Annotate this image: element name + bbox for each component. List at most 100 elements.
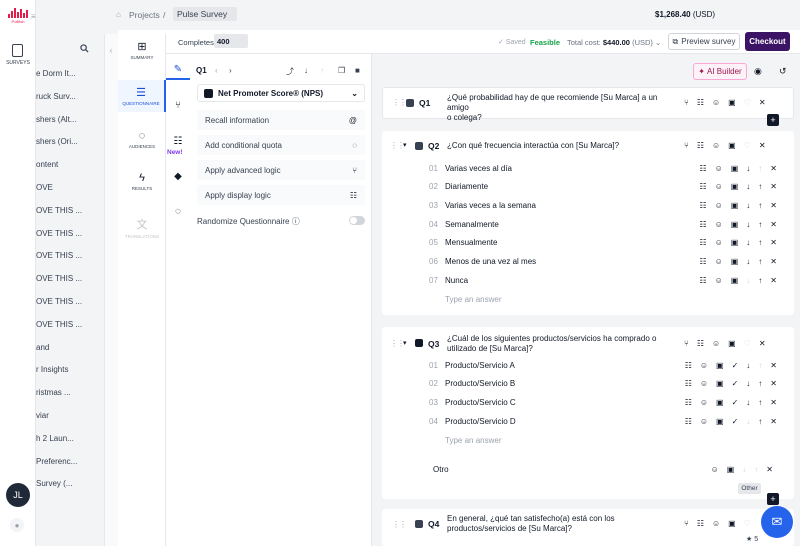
emoji-icon[interactable]: ☺ (711, 465, 719, 474)
question-text[interactable]: ¿Qué probabilidad hay de que recomiende … (447, 93, 677, 123)
close-icon[interactable]: ✕ (766, 465, 773, 474)
tool-audiences[interactable]: ◌ AUDIENCES (118, 130, 166, 158)
delete-icon[interactable]: ■ (355, 66, 360, 75)
drag-handle-icon[interactable]: ⋮⋮ (390, 339, 405, 348)
image-icon[interactable]: ▣ (716, 417, 724, 426)
close-icon[interactable]: ✕ (770, 220, 777, 229)
avatar[interactable]: JL (6, 483, 30, 507)
survey-list-item[interactable]: OVE THIS ... (36, 229, 104, 238)
collapse-icon[interactable]: ▾ (403, 141, 407, 149)
display-logic-icon[interactable]: ☷ (697, 519, 704, 528)
survey-list-item[interactable]: OVE (36, 183, 104, 192)
arrow-down-icon[interactable]: ↓ (746, 220, 750, 229)
add-question-button[interactable]: + (767, 493, 779, 505)
type-answer-input[interactable]: Type an answer (445, 295, 501, 304)
emoji-icon[interactable]: ☺ (700, 379, 708, 388)
emoji-icon[interactable]: ☺ (700, 361, 708, 370)
arrow-up-icon[interactable]: ↑ (758, 276, 762, 285)
arrow-up-icon[interactable]: ↑ (758, 201, 762, 210)
emoji-icon[interactable]: ☺ (715, 220, 723, 229)
menu-icon[interactable]: ≡ (31, 12, 36, 21)
close-icon[interactable]: ✕ (770, 238, 777, 247)
arrow-down-icon[interactable]: ↓ (746, 164, 750, 173)
arrow-down-icon[interactable]: ↓ (746, 417, 750, 426)
survey-list-item[interactable]: Preferenc... (36, 457, 104, 466)
arrow-down-icon[interactable]: ↓ (746, 238, 750, 247)
tool-summary[interactable]: ⊞ SUMMARY (118, 40, 166, 72)
emoji-icon[interactable]: ☺ (715, 238, 723, 247)
survey-list-item[interactable]: OVE THIS ... (36, 274, 104, 283)
emoji-icon[interactable]: ☺ (715, 276, 723, 285)
answer-option[interactable]: 05 Mensualmente ☷ ☺ ▣ ↓ ↑ ✕ (429, 235, 777, 251)
emoji-icon[interactable]: ☺ (715, 182, 723, 191)
image-icon[interactable]: ▣ (728, 98, 736, 107)
emoji-icon[interactable]: ☺ (712, 98, 720, 107)
survey-list-item[interactable]: and (36, 343, 104, 352)
display-logic-icon[interactable]: ☷ (699, 201, 706, 210)
image-icon[interactable]: ▣ (728, 141, 736, 150)
arrow-down-icon[interactable]: ↓ (746, 182, 750, 191)
next-question-icon[interactable]: › (229, 66, 232, 75)
drag-handle-icon[interactable]: ⋮⋮ (392, 520, 407, 529)
answer-option[interactable]: 04 Producto/Servicio D ☷ ☺ ▣ ✓ ↓ ↑ ✕ (429, 413, 777, 429)
arrow-down-icon[interactable]: ↓ (304, 66, 308, 75)
display-logic-icon[interactable]: ☷ (697, 141, 704, 150)
question-text[interactable]: ¿Con qué frecuencia interactúa con [Su M… (447, 141, 677, 151)
logic-icon[interactable]: ⑂ (684, 339, 689, 348)
emoji-icon[interactable]: ☺ (712, 339, 720, 348)
arrow-up-icon[interactable]: ↑ (758, 164, 762, 173)
advanced-logic-row[interactable]: Apply advanced logic ⑂ (197, 160, 365, 180)
check-icon[interactable]: ✓ (732, 417, 739, 426)
heart-icon[interactable]: ♡ (744, 519, 751, 528)
edit-tab-icon[interactable]: ✎ (166, 64, 190, 80)
home-icon[interactable]: ⌂ (116, 10, 121, 19)
close-icon[interactable]: ✕ (770, 398, 777, 407)
heart-icon[interactable]: ♡ (744, 141, 751, 150)
close-icon[interactable]: ✕ (770, 182, 777, 191)
image-icon[interactable]: ▣ (716, 379, 724, 388)
survey-list-item[interactable]: r Insights (36, 365, 104, 374)
display-logic-icon[interactable]: ☷ (697, 98, 704, 107)
question-text[interactable]: En general, ¿qué tan satisfecho(a) está … (447, 514, 647, 534)
image-icon[interactable]: ▣ (731, 276, 739, 285)
survey-list-item[interactable]: ruck Surv... (36, 92, 104, 101)
display-logic-icon[interactable]: ☷ (699, 276, 706, 285)
preview-survey-button[interactable]: ⧉ Preview survey (668, 33, 740, 50)
check-icon[interactable]: ✓ (732, 361, 739, 370)
display-logic-icon[interactable]: ☷ (699, 257, 706, 266)
heart-icon[interactable]: ♡ (744, 339, 751, 348)
search-icon[interactable] (80, 44, 89, 55)
recall-information-row[interactable]: Recall information @ (197, 110, 365, 130)
image-icon[interactable]: ▣ (731, 238, 739, 247)
history-icon[interactable]: ↺ (779, 66, 787, 77)
close-icon[interactable]: ✕ (770, 417, 777, 426)
display-logic-row[interactable]: Apply display logic ☷ (197, 185, 365, 205)
add-question-button[interactable]: + (767, 114, 779, 126)
emoji-icon[interactable]: ☺ (715, 257, 723, 266)
tool-translations[interactable]: 文 TRANSLATIONS (118, 216, 166, 242)
display-logic-icon[interactable]: ☷ (697, 339, 704, 348)
image-icon[interactable]: ▣ (716, 361, 724, 370)
tool-questionnaire[interactable]: ☰ QUESTIONNAIRE (118, 80, 166, 112)
arrow-up-icon[interactable]: ↑ (758, 361, 762, 370)
image-icon[interactable]: ▣ (731, 164, 739, 173)
survey-list-item[interactable]: ontent (36, 160, 104, 169)
tag-tab-icon[interactable]: ◆ (166, 171, 190, 182)
collapse-icon[interactable]: ▾ (403, 339, 407, 347)
image-icon[interactable]: ▣ (728, 339, 736, 348)
quota-tab-icon[interactable]: ◌ (166, 206, 190, 217)
survey-list-item[interactable]: OVE THIS ... (36, 251, 104, 260)
tool-results[interactable]: ϟ RESULTS (118, 172, 166, 198)
close-icon[interactable]: ✕ (770, 276, 777, 285)
conditional-quota-row[interactable]: Add conditional quota ◌ (197, 135, 365, 155)
question-type-select[interactable]: Net Promoter Score® (NPS) ⌄ (197, 84, 365, 102)
ai-builder-button[interactable]: ✦ AI Builder (693, 63, 747, 80)
display-logic-icon[interactable]: ☷ (699, 164, 706, 173)
image-icon[interactable]: ▣ (731, 201, 739, 210)
survey-list-item[interactable]: OVE THIS ... (36, 206, 104, 215)
answer-option[interactable]: 04 Semanalmente ☷ ☺ ▣ ↓ ↑ ✕ (429, 216, 777, 232)
emoji-icon[interactable]: ☺ (700, 417, 708, 426)
arrow-down-icon[interactable]: ↓ (746, 398, 750, 407)
drag-handle-icon[interactable]: ⋮⋮ (390, 141, 405, 150)
lightbulb-icon[interactable]: ● (10, 518, 24, 532)
